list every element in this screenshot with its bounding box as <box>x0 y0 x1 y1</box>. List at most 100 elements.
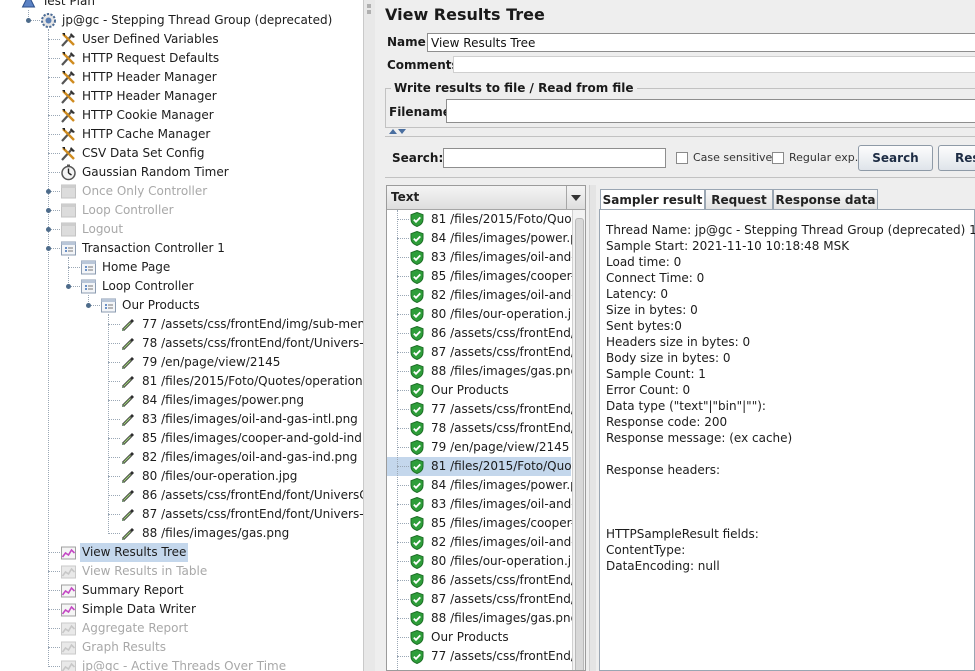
tree-node[interactable]: HTTP Cache Manager <box>0 125 363 144</box>
tree-node[interactable]: HTTP Header Manager <box>0 87 363 106</box>
result-item[interactable]: 88 /files/images/gas.png <box>387 362 578 381</box>
tree-node[interactable]: 78 /assets/css/frontEnd/font/Univers-55-… <box>0 334 363 353</box>
result-item[interactable]: 77 /assets/css/frontEnd/ir <box>387 400 583 419</box>
tree-node[interactable]: Loop Controller <box>0 277 363 296</box>
tree-node[interactable]: Test Plan <box>0 0 363 11</box>
success-shield-icon <box>410 458 424 475</box>
result-item[interactable]: Our Products <box>387 628 571 647</box>
tree-node[interactable]: Once Only Controller <box>0 182 363 201</box>
case-sensitive-checkbox[interactable] <box>676 152 688 164</box>
tree-node[interactable]: jp@gc - Stepping Thread Group (deprecate… <box>0 11 363 30</box>
expand-toggle-icon[interactable] <box>46 227 51 232</box>
expand-toggle-icon[interactable] <box>66 284 71 289</box>
result-item[interactable]: 80 /files/our-operation.jpg <box>387 305 585 324</box>
tree-node[interactable]: Loop Controller <box>0 201 363 220</box>
test-plan-tree[interactable]: Test Plan jp@gc - Stepping Thread Group (… <box>0 0 363 671</box>
expand-toggle-icon[interactable] <box>46 189 51 194</box>
result-item[interactable]: 83 /files/images/oil-and-g <box>387 248 583 267</box>
expand-toggle-icon[interactable] <box>46 208 51 213</box>
collapse-arrows-icon[interactable] <box>389 129 409 135</box>
result-item[interactable]: 87 /assets/css/frontEnd/fo <box>387 343 585 362</box>
sampler-result-line: Data type ("text"|"bin"|""): <box>606 399 766 413</box>
graph-icon <box>60 601 77 618</box>
tree-node[interactable]: 77 /assets/css/frontEnd/img/sub-menu.png <box>0 315 363 334</box>
tree-node[interactable]: View Results in Table <box>0 562 363 581</box>
tree-node[interactable]: Graph Results <box>0 638 363 657</box>
expand-toggle-icon[interactable] <box>26 18 31 23</box>
tab-request[interactable]: Request <box>705 189 773 209</box>
tree-node[interactable]: 80 /files/our-operation.jpg <box>0 467 363 486</box>
tree-node[interactable]: 87 /assets/css/frontEnd/font/Univers-45-… <box>0 505 363 524</box>
result-item[interactable]: 86 /assets/css/frontEnd/fo <box>387 324 585 343</box>
tree-node[interactable]: 79 /en/page/view/2145 <box>0 353 363 372</box>
tree-node-label: 86 /assets/css/frontEnd/font/UniversCond… <box>142 488 363 502</box>
tree-node[interactable]: 81 /files/2015/Foto/Quotes/operation.png <box>0 372 363 391</box>
results-list[interactable]: Text 81 /files/2015/Foto/Quotes 84 /files… <box>386 185 586 671</box>
regex-checkbox[interactable] <box>772 152 784 164</box>
result-item[interactable]: 81 /files/2015/Foto/Quotes <box>387 457 585 476</box>
tree-node[interactable]: Aggregate Report <box>0 619 363 638</box>
filename-input[interactable] <box>446 99 975 123</box>
tab-sampler-result[interactable]: Sampler result <box>600 189 705 210</box>
result-item[interactable]: 84 /files/images/power.pr <box>387 476 583 495</box>
controller-icon <box>80 278 97 295</box>
result-item[interactable]: 80 /files/our-operation.jpg <box>387 552 585 571</box>
result-item[interactable]: 88 /files/images/gas.png <box>387 609 578 628</box>
tab-response-data[interactable]: Response data <box>773 189 878 209</box>
comments-field[interactable] <box>453 56 975 73</box>
sampler-result-line: Sample Count: 1 <box>606 367 706 381</box>
search-input[interactable] <box>443 148 666 168</box>
result-item-label: 87 /assets/css/frontEnd/fo <box>431 345 586 359</box>
name-field[interactable]: View Results Tree <box>427 33 975 52</box>
success-shield-icon <box>410 363 424 380</box>
tree-node[interactable]: 86 /assets/css/frontEnd/font/UniversCond… <box>0 486 363 505</box>
tree-node[interactable]: jp@gc - Active Threads Over Time <box>0 657 363 671</box>
file-group-title: Write results to file / Read from file <box>391 81 637 95</box>
tree-node[interactable]: User Defined Variables <box>0 30 363 49</box>
result-item[interactable]: 78 /assets/css/frontEnd/fo <box>387 419 585 438</box>
success-shield-icon <box>410 401 424 418</box>
chevron-down-icon[interactable] <box>566 186 585 209</box>
result-item[interactable]: 82 /files/images/oil-and-g <box>387 286 583 305</box>
result-item[interactable]: 81 /files/2015/Foto/Quotes <box>387 210 585 229</box>
result-item[interactable]: 86 /assets/css/frontEnd/fo <box>387 571 585 590</box>
tree-node[interactable]: HTTP Cookie Manager <box>0 106 363 125</box>
tree-node[interactable]: 82 /files/images/oil-and-gas-ind.png <box>0 448 363 467</box>
tree-node-label: 87 /assets/css/frontEnd/font/Univers-45-… <box>142 507 363 521</box>
result-item[interactable]: 77 /assets/css/frontEnd/ir <box>387 647 583 666</box>
result-item[interactable]: 83 /files/images/oil-and-g <box>387 495 583 514</box>
result-item[interactable]: 82 /files/images/oil-and-g <box>387 533 583 552</box>
tree-node[interactable]: CSV Data Set Config <box>0 144 363 163</box>
result-item[interactable]: 79 /en/page/view/2145 <box>387 438 571 457</box>
result-item[interactable]: 85 /files/images/cooper-a <box>387 514 583 533</box>
tree-node[interactable]: 83 /files/images/oil-and-gas-intl.png <box>0 410 363 429</box>
result-item[interactable]: 84 /files/images/power.pr <box>387 229 583 248</box>
tree-node[interactable]: Gaussian Random Timer <box>0 163 363 182</box>
success-shield-icon <box>410 610 424 627</box>
tree-node[interactable]: 84 /files/images/power.png <box>0 391 363 410</box>
results-scrollbar[interactable] <box>572 210 585 670</box>
tree-node[interactable]: 85 /files/images/cooper-and-gold-ind.png <box>0 429 363 448</box>
tree-node-label: Logout <box>82 222 124 236</box>
tree-node[interactable]: Simple Data Writer <box>0 600 363 619</box>
expand-toggle-icon[interactable] <box>46 246 51 251</box>
graph-icon <box>60 563 77 580</box>
expand-toggle-icon[interactable] <box>86 303 91 308</box>
result-item[interactable]: 85 /files/images/cooper-a <box>387 267 583 286</box>
tree-node[interactable]: Transaction Controller 1 <box>0 239 363 258</box>
result-item[interactable]: Our Products <box>387 381 571 400</box>
results-splitter[interactable] <box>589 185 596 671</box>
tree-node[interactable]: Our Products <box>0 296 363 315</box>
tree-node[interactable]: Home Page <box>0 258 363 277</box>
reset-button[interactable]: Res <box>938 145 975 171</box>
sampler-result-line: Response headers: <box>606 463 721 477</box>
tree-node[interactable]: View Results Tree <box>0 543 363 562</box>
search-button[interactable]: Search <box>858 145 933 171</box>
result-item[interactable]: 87 /assets/css/frontEnd/fo <box>387 590 585 609</box>
tree-node[interactable]: HTTP Header Manager <box>0 68 363 87</box>
renderer-select[interactable]: Text <box>387 186 585 210</box>
tree-node[interactable]: Summary Report <box>0 581 363 600</box>
tree-node[interactable]: 88 /files/images/gas.png <box>0 524 363 543</box>
tree-node[interactable]: HTTP Request Defaults <box>0 49 363 68</box>
tree-node[interactable]: Logout <box>0 220 363 239</box>
